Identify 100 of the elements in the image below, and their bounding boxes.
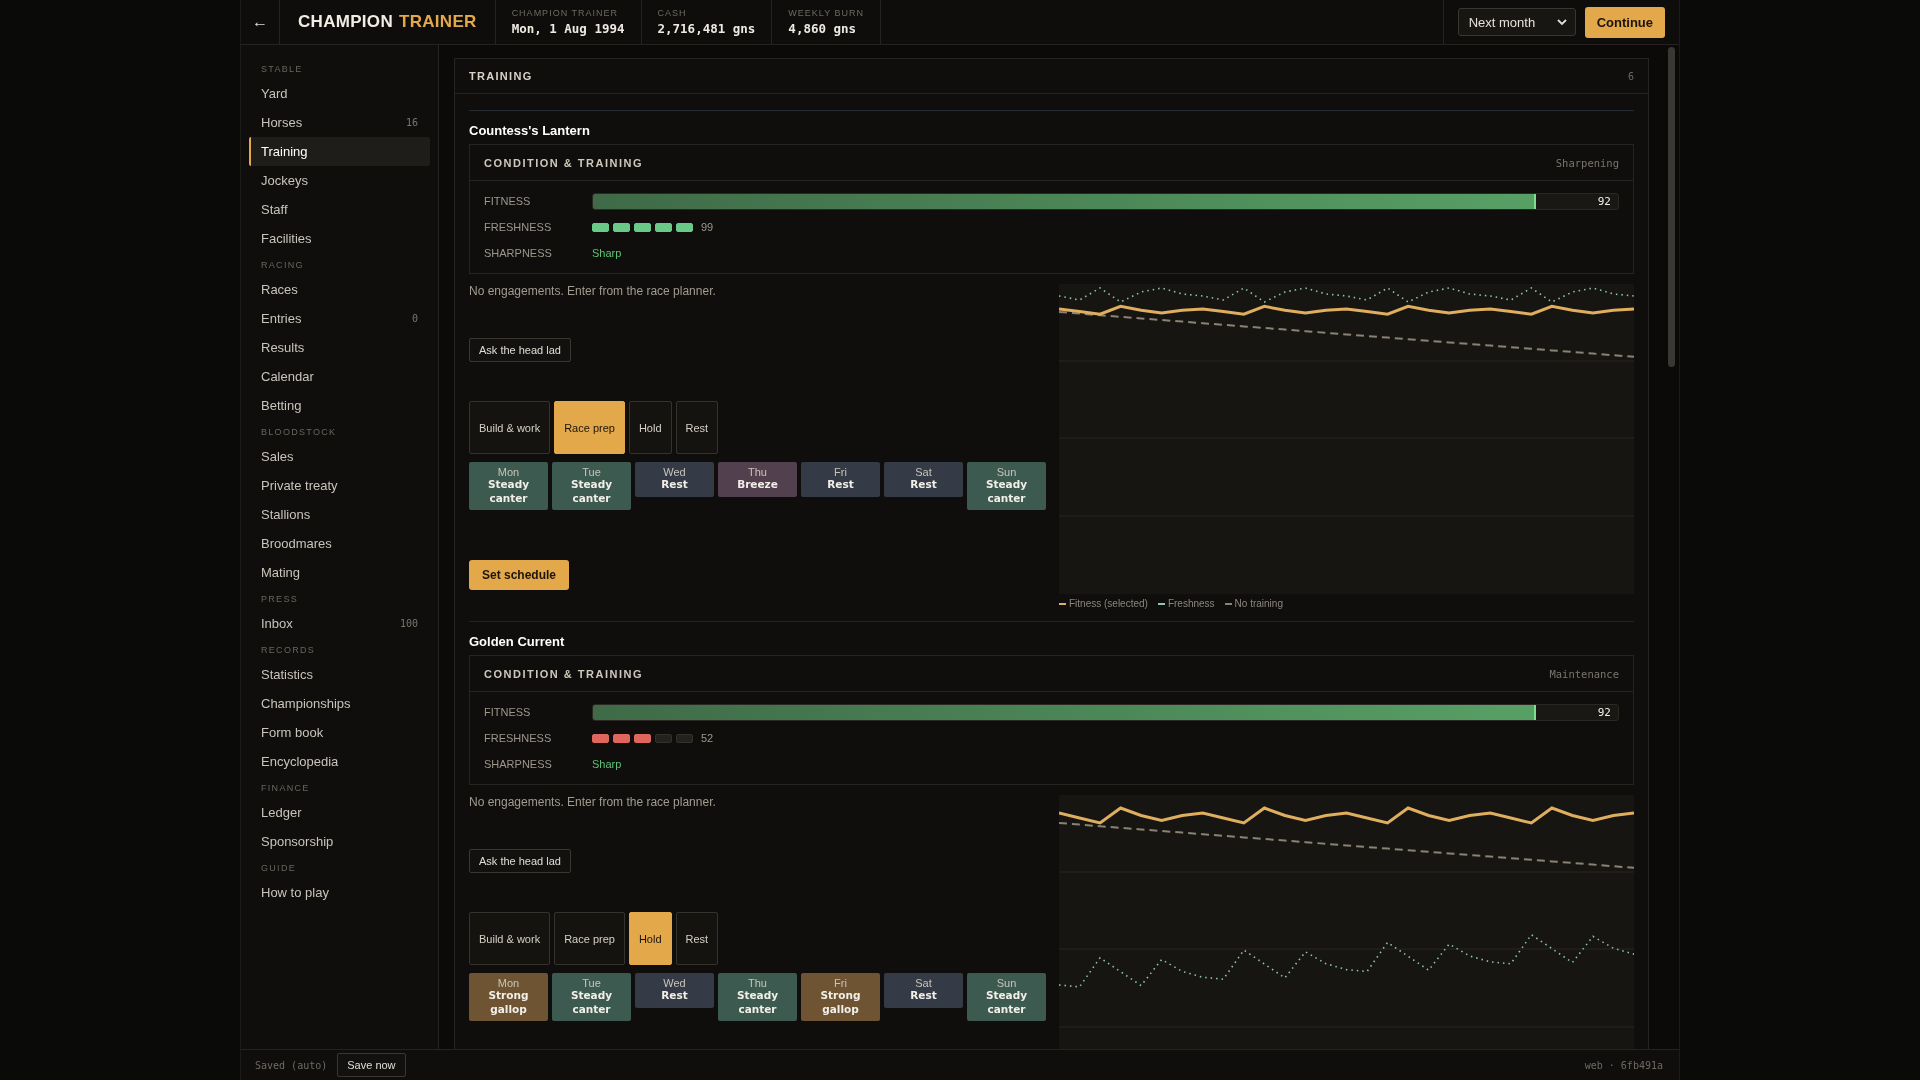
item-label: Statistics — [261, 667, 313, 682]
section-heading: PRESS — [260, 593, 299, 606]
sidebar-item[interactable]: Sponsorship — [249, 827, 430, 856]
metric-label: FITNESS — [484, 195, 532, 207]
plan-tab[interactable]: Hold — [628, 912, 672, 965]
workout-label: Strong gallop — [819, 989, 862, 1016]
stat-label: CHAMPION TRAINER — [511, 8, 619, 18]
day-label: Fri — [834, 977, 847, 989]
stat-value: Mon, 1 Aug 1994 — [511, 21, 625, 36]
section-heading: BLOODSTOCK — [260, 426, 338, 439]
status-text: Maintenance — [1549, 667, 1619, 680]
day-tile[interactable]: Sun Steady canter — [967, 973, 1046, 1021]
item-label: Yard — [261, 86, 288, 101]
sidebar-item[interactable]: Entries 0 — [249, 304, 430, 333]
day-tile[interactable]: Tue Steady canter — [552, 973, 631, 1021]
sidebar-item[interactable]: Statistics — [249, 660, 430, 689]
day-tile[interactable]: Thu Steady canter — [718, 973, 797, 1021]
stat-label: WEEKLY BURN — [788, 8, 865, 18]
item-count: 100 — [399, 618, 418, 629]
day-tile[interactable]: Thu Breeze — [718, 462, 797, 497]
sidebar-item[interactable]: Private treaty — [249, 471, 430, 500]
day-label: Sun — [996, 977, 1017, 989]
metric-label: SHARPNESS — [484, 758, 553, 770]
plan-tab[interactable]: Race prep — [554, 912, 625, 965]
workout-label: Rest — [909, 478, 938, 492]
item-label: Form book — [261, 725, 324, 740]
day-tile[interactable]: Sat Rest — [884, 973, 963, 1008]
workout-label: Steady canter — [984, 989, 1029, 1016]
sidebar-item[interactable]: Staff — [249, 195, 430, 224]
logo-text: CHAMPION — [298, 12, 393, 32]
day-tile[interactable]: Wed Rest — [635, 462, 714, 497]
section-heading: RECORDS — [260, 644, 317, 657]
section-heading: RACING — [260, 259, 305, 272]
build-label: web · 6fb491a — [1584, 1059, 1663, 1071]
continue-button[interactable]: Continue — [1584, 6, 1665, 38]
sidebar-item[interactable]: Sales — [249, 442, 430, 471]
sidebar-item[interactable]: Form book — [249, 718, 430, 747]
sidebar-item[interactable]: Races — [249, 275, 430, 304]
item-label: Mating — [261, 565, 301, 580]
plan-tab[interactable]: Rest — [675, 401, 719, 454]
save-button[interactable]: Save now — [337, 1053, 406, 1077]
item-label: Races — [261, 282, 298, 297]
ask-button[interactable]: Ask the head lad — [469, 338, 571, 362]
save-status: Saved (auto) — [255, 1059, 328, 1071]
plan-tab[interactable]: Build & work — [469, 912, 551, 965]
sidebar-item[interactable]: Results — [249, 333, 430, 362]
sharpness-value: Sharp — [592, 247, 622, 259]
sidebar-item[interactable]: Horses 16 — [249, 108, 430, 137]
item-count: 0 — [411, 313, 418, 324]
stat-value: 2,716,481 gns — [657, 21, 756, 36]
sidebar-item[interactable]: Mating — [249, 558, 430, 587]
workout-label: Steady canter — [486, 478, 531, 505]
section-heading: STABLE — [260, 63, 304, 76]
item-label: Sales — [261, 449, 294, 464]
freshness-pip — [655, 733, 672, 743]
workout-label: Steady canter — [569, 478, 614, 505]
workout-label: Rest — [826, 478, 855, 492]
day-tile[interactable]: Sun Steady canter — [967, 462, 1046, 510]
day-tile[interactable]: Mon Strong gallop — [469, 973, 548, 1021]
sidebar-item[interactable]: Encyclopedia — [249, 747, 430, 776]
ask-button[interactable]: Ask the head lad — [469, 849, 571, 873]
back-button[interactable]: ← — [252, 13, 268, 31]
panel-title: TRAINING — [469, 70, 533, 82]
sidebar-item[interactable]: Betting — [249, 391, 430, 420]
sidebar-item[interactable]: Ledger — [249, 798, 430, 827]
period-dropdown[interactable]: Next month — [1457, 8, 1576, 36]
sidebar-item[interactable]: Stallions — [249, 500, 430, 529]
sidebar-item[interactable]: Training — [249, 137, 430, 166]
section-heading: FINANCE — [260, 782, 311, 795]
plan-tab[interactable]: Rest — [675, 912, 719, 965]
day-tile[interactable]: Fri Strong gallop — [801, 973, 880, 1021]
day-tile[interactable]: Tue Steady canter — [552, 462, 631, 510]
sidebar-item[interactable]: How to play — [249, 878, 430, 907]
item-label: Encyclopedia — [261, 754, 339, 769]
day-tile[interactable]: Mon Steady canter — [469, 462, 548, 510]
sidebar-item[interactable]: Calendar — [249, 362, 430, 391]
sidebar-item[interactable]: Inbox 100 — [249, 609, 430, 638]
item-label: Private treaty — [261, 478, 338, 493]
day-tile[interactable]: Sat Rest — [884, 462, 963, 497]
day-tile[interactable]: Wed Rest — [635, 973, 714, 1008]
item-label: Sponsorship — [261, 834, 334, 849]
sidebar-item[interactable]: Championships — [249, 689, 430, 718]
sidebar-item[interactable]: Yard — [249, 79, 430, 108]
day-tile[interactable]: Fri Rest — [801, 462, 880, 497]
plan-tab[interactable]: Build & work — [469, 401, 551, 454]
item-label: Stallions — [261, 507, 311, 522]
stat-label: CASH — [657, 8, 688, 18]
sidebar-item[interactable]: Jockeys — [249, 166, 430, 195]
day-label: Tue — [582, 977, 601, 989]
item-count: 16 — [405, 117, 418, 128]
plan-tab[interactable]: Race prep — [554, 401, 625, 454]
set-schedule-button[interactable]: Set schedule — [469, 560, 570, 590]
plan-tab[interactable]: Hold — [628, 401, 672, 454]
scrollbar-thumb[interactable] — [1667, 47, 1675, 367]
sidebar-item[interactable]: Facilities — [249, 224, 430, 253]
section-heading: GUIDE — [260, 862, 297, 875]
stat-value: 4,860 gns — [788, 21, 858, 36]
legend-label: Fitness (selected) — [1069, 598, 1148, 609]
sidebar-item[interactable]: Broodmares — [249, 529, 430, 558]
engagement-note: No engagements. Enter from the race planner. — [469, 795, 716, 809]
